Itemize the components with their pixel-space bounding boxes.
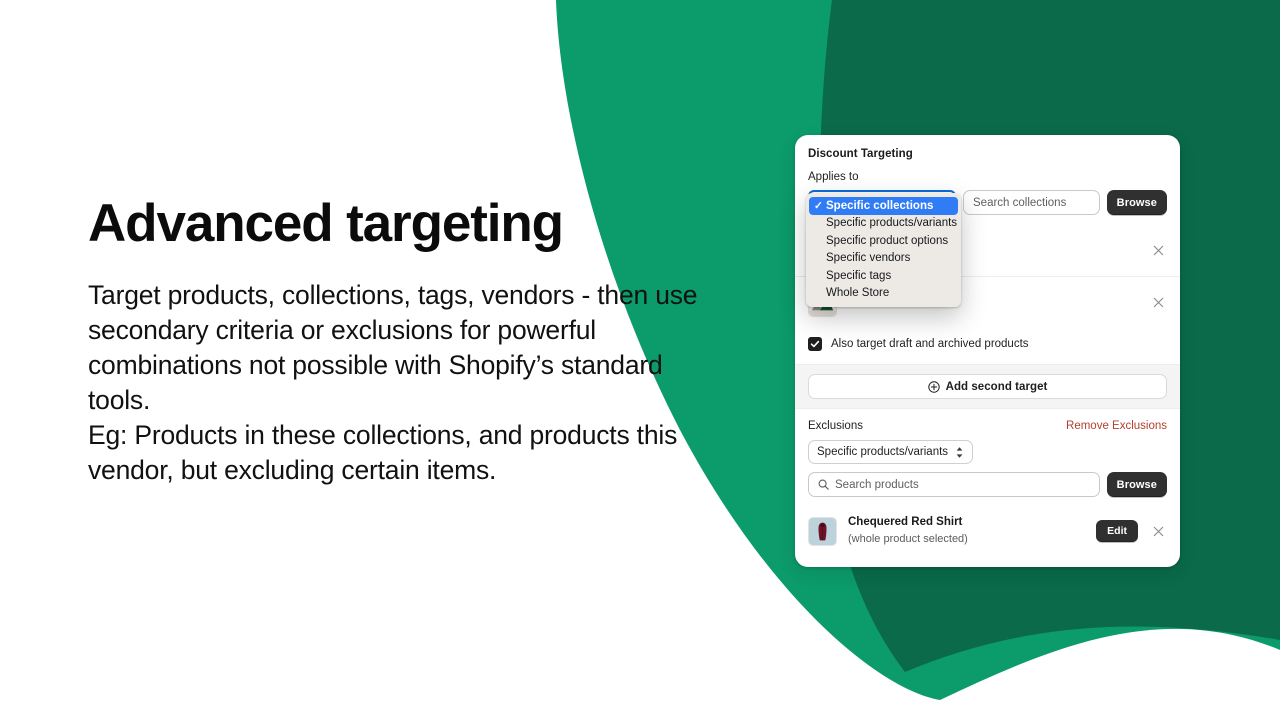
plus-circle-icon (927, 380, 940, 393)
product-subtitle: (whole product selected) (848, 532, 968, 545)
edit-product-button[interactable]: Edit (1096, 520, 1138, 542)
draft-archived-checkbox-label: Also target draft and archived products (831, 338, 1029, 350)
exclusions-list: Chequered Red Shirt (whole product selec… (795, 505, 1180, 557)
draft-archived-checkbox-row[interactable]: Also target draft and archived products (795, 330, 1180, 358)
exclusions-type-select[interactable]: Specific products/variants (808, 440, 974, 464)
check-icon: ✓ (814, 199, 823, 212)
exclusions-type-value: Specific products/variants (817, 446, 949, 458)
close-icon (1153, 526, 1163, 536)
close-icon (1153, 297, 1163, 308)
dropdown-option-specific-product-options[interactable]: Specific product options (806, 232, 961, 250)
checkmark-icon (810, 340, 820, 348)
exclusions-title: Exclusions (808, 420, 863, 432)
search-collections-placeholder: Search collections (973, 196, 1067, 209)
exclusions-section: Exclusions Remove Exclusions Specific pr… (795, 420, 1180, 497)
add-second-target-band: Add second target (795, 364, 1180, 409)
draft-archived-checkbox[interactable] (808, 337, 822, 351)
remove-product-icon[interactable] (1149, 522, 1167, 540)
applies-to-label: Applies to (808, 171, 859, 183)
dropdown-option-specific-tags[interactable]: Specific tags (806, 267, 961, 285)
marketing-paragraph-2: Eg: Products in these collections, and p… (88, 420, 678, 486)
close-icon (1153, 245, 1163, 255)
dropdown-option-label: Specific products/variants (826, 217, 958, 230)
product-thumbnail (808, 516, 837, 546)
marketing-paragraph-1: Target products, collections, tags, vend… (88, 280, 698, 416)
dropdown-option-whole-store[interactable]: Whole Store (806, 285, 961, 303)
dropdown-option-label: Specific collections (826, 199, 934, 212)
dropdown-option-specific-vendors[interactable]: Specific vendors (806, 250, 961, 268)
browse-products-button[interactable]: Browse (1106, 472, 1167, 497)
applies-to-dropdown-menu[interactable]: ✓ Specific collections Specific products… (806, 193, 961, 307)
chevron-up-down-icon (956, 446, 963, 458)
product-name: Chequered Red Shirt (848, 516, 963, 529)
remove-collection-icon[interactable] (1149, 294, 1167, 312)
magnifier-icon (818, 479, 829, 490)
table-row: Chequered Red Shirt (whole product selec… (795, 505, 1180, 557)
remove-collection-icon[interactable] (1149, 241, 1167, 259)
dropdown-option-label: Specific vendors (826, 252, 911, 265)
dropdown-option-specific-products-variants[interactable]: Specific products/variants (806, 215, 961, 233)
dropdown-option-label: Specific product options (826, 234, 949, 247)
red-shirt-image-icon (809, 517, 836, 545)
search-products-placeholder: Search products (835, 478, 919, 491)
page-title: Advanced targeting (88, 194, 564, 253)
marketing-copy: Advanced targeting Target products, coll… (88, 194, 728, 488)
add-second-target-label: Add second target (945, 380, 1048, 393)
add-second-target-button[interactable]: Add second target (808, 374, 1167, 399)
dropdown-option-label: Specific tags (826, 269, 892, 282)
exclusions-search-row: Search products Browse (808, 472, 1167, 497)
exclusions-header: Exclusions Remove Exclusions (808, 420, 1167, 432)
product-info: Chequered Red Shirt (whole product selec… (848, 515, 1085, 546)
browse-collections-button[interactable]: Browse (1106, 190, 1167, 215)
remove-exclusions-link[interactable]: Remove Exclusions (1066, 420, 1167, 432)
search-collections-input[interactable]: Search collections (963, 190, 1100, 215)
dropdown-option-specific-collections[interactable]: ✓ Specific collections (809, 197, 958, 215)
dropdown-option-label: Whole Store (826, 287, 890, 300)
card-title: Discount Targeting (808, 148, 913, 160)
search-products-input[interactable]: Search products (808, 472, 1100, 497)
